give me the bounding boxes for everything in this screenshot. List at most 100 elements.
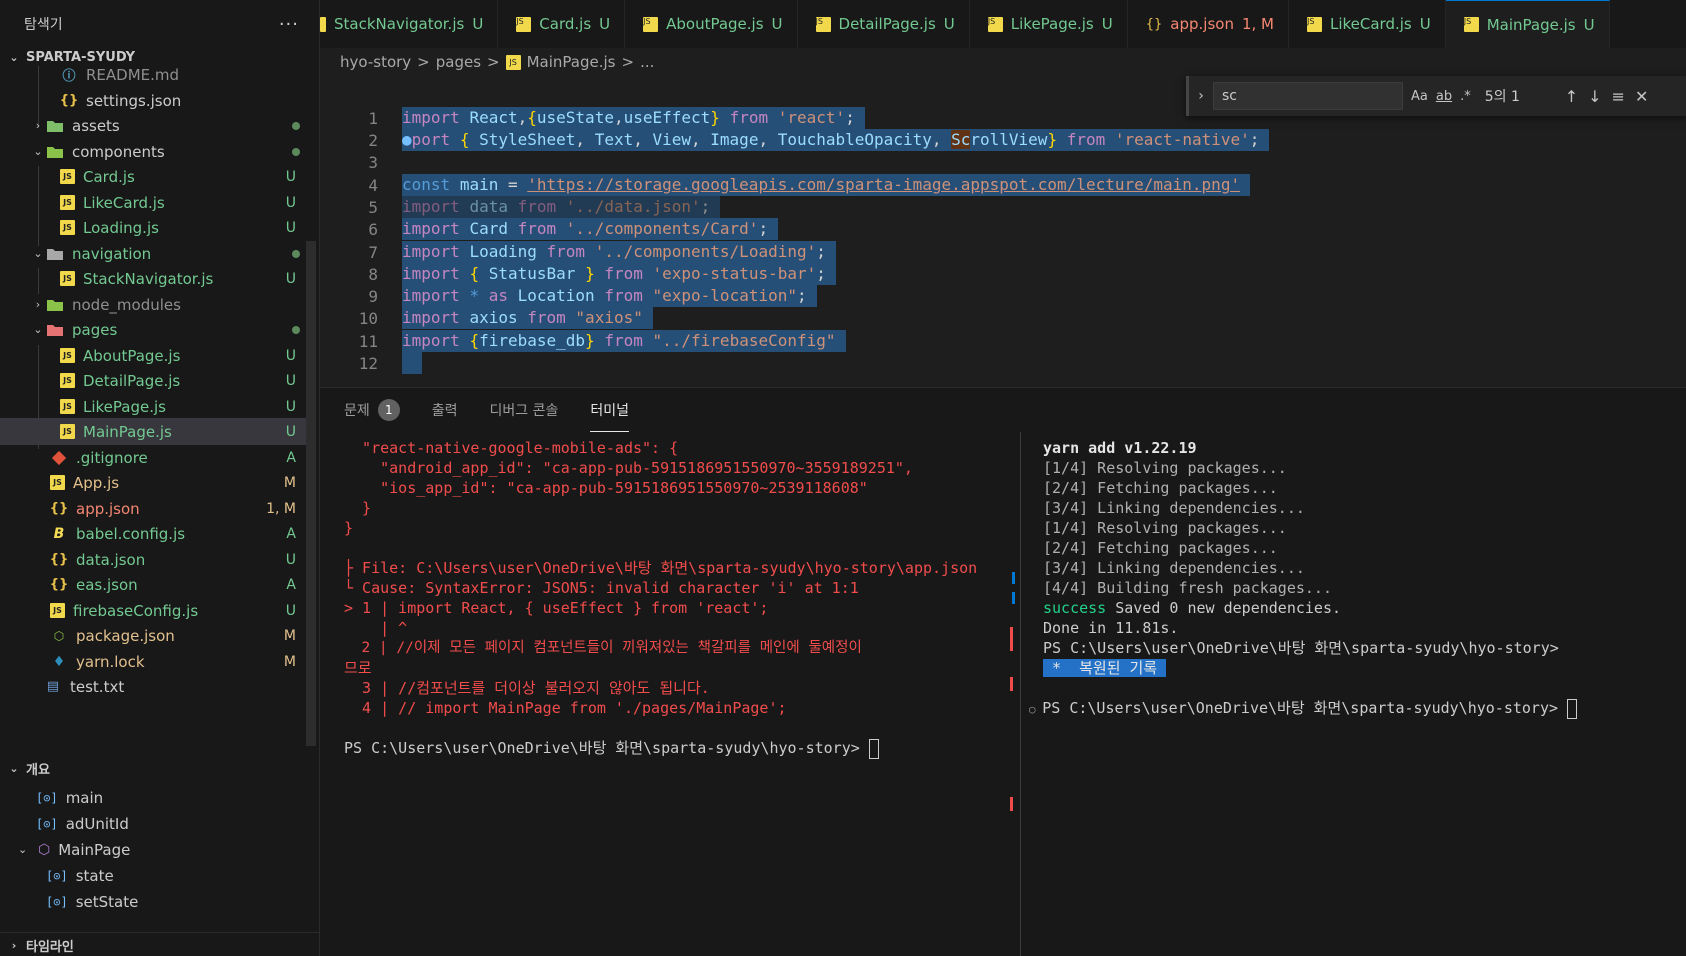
file-eas-json[interactable]: {} eas.json A: [0, 571, 306, 598]
file-likepage-js[interactable]: JS LikePage.js U: [0, 393, 306, 420]
tab-output[interactable]: 출력: [432, 388, 458, 432]
explorer-title: 탐색기: [24, 17, 63, 33]
file-card-js[interactable]: JS Card.js U: [0, 163, 306, 190]
terminal-line: | ^: [344, 619, 408, 637]
outline-section[interactable]: ⌄ 개요: [0, 755, 319, 781]
file-readme[interactable]: ⓘ README.md: [0, 66, 306, 88]
more-actions-icon[interactable]: ···: [279, 14, 299, 35]
chevron-right-icon[interactable]: ›: [1189, 88, 1213, 104]
terminal-line: [3/4] Linking dependencies...: [1043, 499, 1305, 517]
file-likecard-js[interactable]: JS LikeCard.js U: [0, 189, 306, 216]
node-icon: ⬡: [53, 628, 65, 643]
variable-icon: [⊙]: [36, 790, 58, 805]
terminal-line: "react-native-google-mobile-ads": {: [344, 439, 679, 457]
match-case-toggle[interactable]: Aa: [1411, 89, 1428, 104]
timeline-section[interactable]: › 타임라인: [0, 932, 319, 956]
file-app-js[interactable]: JS App.js M: [0, 469, 306, 496]
js-file-icon: JS: [50, 603, 65, 618]
component-icon: ⬡: [38, 841, 51, 858]
terminal-cursor: [868, 738, 879, 759]
previous-match-icon[interactable]: ↑: [1565, 87, 1578, 106]
terminal-line: [3/4] Linking dependencies...: [1043, 559, 1305, 577]
code-line: 9 import * as Location from "expo-locati…: [320, 284, 817, 308]
tab-likecard[interactable]: JS LikeCard.js U: [1289, 0, 1446, 48]
json-file-icon: {}: [49, 501, 69, 516]
file-loading-js[interactable]: JS Loading.js U: [0, 214, 306, 241]
tab-likepage[interactable]: JS LikePage.js U: [970, 0, 1128, 48]
folder-assets[interactable]: › assets: [0, 112, 306, 139]
file-test-txt[interactable]: ▤ test.txt: [0, 673, 306, 700]
outline-item[interactable]: [⊙] adUnitId: [36, 810, 129, 837]
tab-aboutpage[interactable]: JS AboutPage.js U: [625, 0, 798, 48]
folder-pages[interactable]: ⌄ pages: [0, 316, 306, 343]
next-match-icon[interactable]: ↓: [1588, 87, 1601, 106]
file-package-json[interactable]: ⬡ package.json M: [0, 622, 306, 649]
outline-item[interactable]: [⊙] setState: [46, 888, 138, 915]
regex-toggle[interactable]: .*: [1460, 89, 1471, 104]
folder-node-modules[interactable]: › node_modules: [0, 291, 306, 318]
terminal-line: }: [344, 519, 354, 537]
sidebar-scrollbar[interactable]: [306, 241, 316, 746]
chevron-right-icon: ›: [35, 298, 41, 311]
file-gitignore[interactable]: .gitignore A: [0, 444, 306, 471]
yarn-icon: ♦: [52, 653, 66, 670]
terminal-right[interactable]: yarn add v1.22.19 [1/4] Resolving packag…: [1020, 432, 1686, 956]
terminal-line: [2/4] Fetching packages...: [1043, 479, 1278, 497]
find-input[interactable]: [1213, 82, 1403, 110]
tab-card[interactable]: JS Card.js U: [498, 0, 626, 48]
file-firebaseconfig-js[interactable]: JS firebaseConfig.js U: [0, 597, 306, 624]
file-app-json[interactable]: {} app.json 1, M: [0, 495, 306, 522]
breadcrumb-item[interactable]: hyo-story: [340, 53, 411, 71]
folder-icon: [46, 297, 64, 313]
terminal-line: yarn add v1.22.19: [1043, 439, 1197, 457]
file-data-json[interactable]: {} data.json U: [0, 546, 306, 573]
file-yarn-lock[interactable]: ♦ yarn.lock M: [0, 648, 306, 675]
whole-word-toggle[interactable]: ab: [1436, 89, 1452, 104]
folder-navigation[interactable]: ⌄ navigation: [0, 240, 306, 267]
file-mainpage-js[interactable]: JS MainPage.js U: [0, 418, 306, 445]
js-file-icon: JS: [60, 271, 75, 286]
code-line: 4 const main = 'https://storage.googleap…: [320, 173, 1251, 197]
js-file-icon: JS: [60, 169, 75, 184]
tab-terminal[interactable]: 터미널: [590, 388, 630, 432]
outline-item[interactable]: [⊙] state: [46, 862, 114, 889]
terminal-line: [4/4] Building fresh packages...: [1043, 579, 1332, 597]
code-line: 2 ●port { StyleSheet, Text, View, Image,…: [320, 128, 1270, 152]
terminal-left[interactable]: "react-native-google-mobile-ads": { "and…: [320, 432, 1018, 956]
chevron-down-icon: ⌄: [33, 247, 43, 260]
find-in-selection-icon[interactable]: ≡: [1612, 87, 1625, 106]
file-babel-config[interactable]: B babel.config.js A: [0, 520, 306, 547]
variable-icon: [⊙]: [46, 894, 68, 909]
file-aboutpage-js[interactable]: JS AboutPage.js U: [0, 342, 306, 369]
breadcrumb-item[interactable]: MainPage.js: [527, 53, 616, 71]
outline-item[interactable]: ⌄ ⬡ MainPage: [18, 836, 130, 863]
json-file-icon: {}: [49, 577, 69, 592]
breadcrumb-item[interactable]: pages: [436, 53, 481, 71]
folder-icon: [46, 118, 64, 134]
terminal-cursor: [1567, 698, 1578, 719]
terminal-prompt: ○ PS C:\Users\user\OneDrive\바탕 화면\sparta…: [1029, 698, 1578, 719]
tab-stacknavigator[interactable]: StackNavigator.js U: [320, 0, 499, 48]
file-settings-json[interactable]: {} settings.json: [0, 87, 306, 114]
outline-item[interactable]: [⊙] main: [36, 784, 103, 811]
chevron-down-icon: ⌄: [9, 50, 19, 64]
js-file-icon: JS: [987, 16, 1003, 32]
close-icon[interactable]: ✕: [1635, 87, 1648, 106]
file-detailpage-js[interactable]: JS DetailPage.js U: [0, 367, 306, 394]
terminal-line: 므로: [344, 659, 372, 677]
js-file-icon: [320, 16, 326, 32]
file-stacknavigator-js[interactable]: JS StackNavigator.js U: [0, 265, 306, 292]
info-icon: ⓘ: [62, 69, 76, 84]
tab-debug-console[interactable]: 디버그 콘솔: [490, 388, 559, 432]
tab-app-json[interactable]: {} app.json 1, M: [1128, 0, 1289, 48]
json-file-icon: {}: [49, 552, 69, 567]
match-count: 5의 1: [1484, 89, 1520, 105]
explorer-sidebar: 탐색기 ··· ⌄ SPARTA-SYUDY ⓘ README.md {} se…: [0, 0, 320, 956]
breadcrumb-item[interactable]: ...: [640, 53, 654, 71]
tab-problems[interactable]: 문제 1: [344, 388, 400, 432]
folder-components[interactable]: ⌄ components: [0, 138, 306, 165]
tab-mainpage[interactable]: JS MainPage.js U: [1445, 0, 1610, 48]
git-icon: [50, 450, 68, 466]
code-editor[interactable]: 1 import React,{useState,useEffect} from…: [320, 76, 1686, 387]
tab-detailpage[interactable]: JS DetailPage.js U: [798, 0, 970, 48]
